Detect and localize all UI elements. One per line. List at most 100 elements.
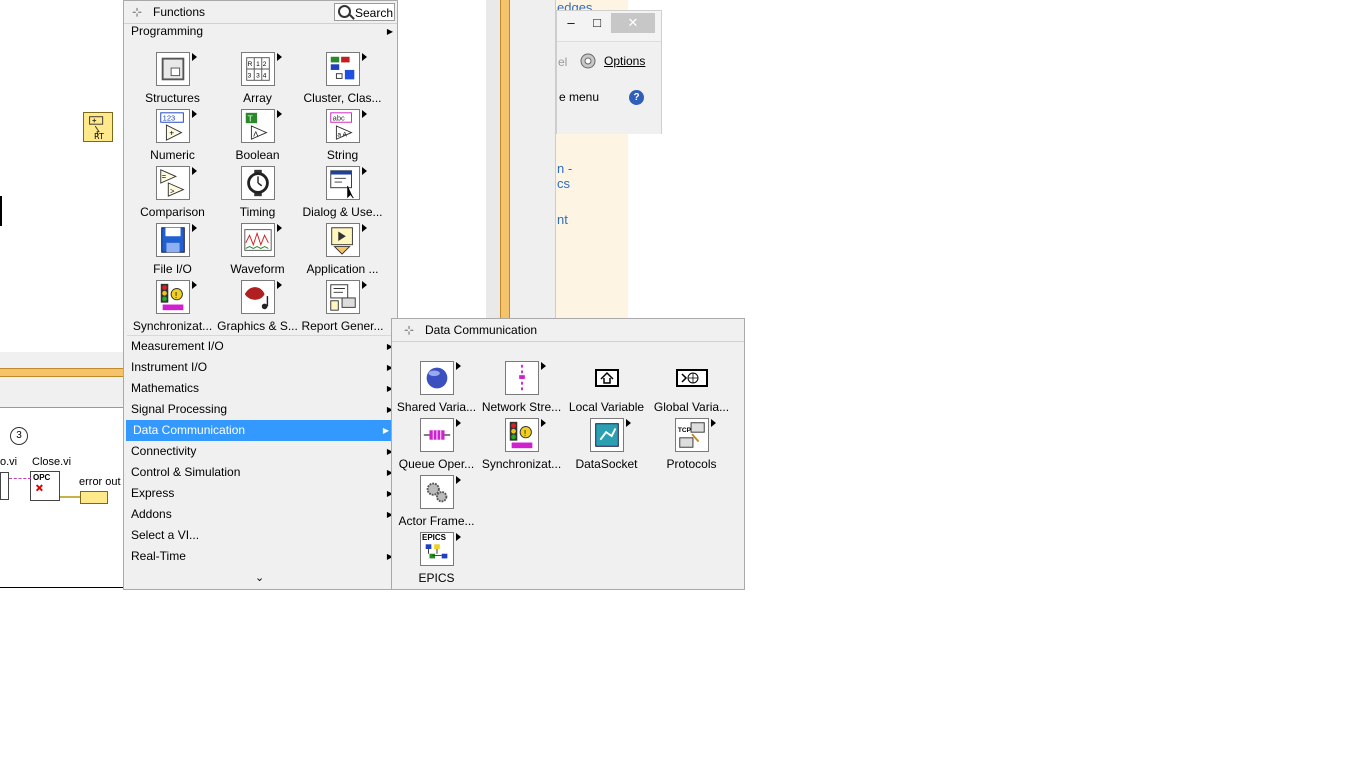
waveform-icon	[241, 223, 275, 257]
tile-label: Dialog & Use...	[302, 205, 383, 219]
help-icon[interactable]: ?	[629, 90, 644, 105]
category-programming[interactable]: Programming ▶	[124, 21, 397, 42]
svg-text:TCP: TCP	[678, 427, 692, 434]
category-data-communication[interactable]: Data Communication ▶	[126, 420, 393, 441]
tile-label: Structures	[145, 91, 200, 105]
panel-stripe	[500, 0, 510, 320]
help-link[interactable]: n -	[557, 161, 572, 176]
category-label: Connectivity	[131, 444, 197, 458]
tile-label: Array	[243, 91, 272, 105]
more-chevron-icon[interactable]: ⌄	[255, 571, 264, 584]
category-addons[interactable]: Addons ▶	[124, 504, 397, 525]
tile-string[interactable]: abc a A String	[300, 106, 385, 163]
tile-label: Application ...	[306, 262, 379, 276]
category-control-simulation[interactable]: Control & Simulation ▶	[124, 462, 397, 483]
error-wire	[60, 496, 81, 498]
tile-synchronization-dc[interactable]: ! Synchronizat...	[479, 415, 564, 472]
tile-label: Shared Varia...	[396, 400, 477, 414]
report-generation-icon	[326, 280, 360, 314]
tile-comparison[interactable]: = > Comparison	[130, 163, 215, 220]
frame-divider	[0, 407, 125, 408]
category-label: Express	[131, 486, 175, 500]
category-instrument-io[interactable]: Instrument I/O ▶	[124, 357, 397, 378]
tile-boolean[interactable]: TΛ Boolean	[215, 106, 300, 163]
synchronization-icon: !	[505, 418, 539, 452]
tile-protocols[interactable]: TCP Protocols	[649, 415, 734, 472]
frame-number[interactable]: 3	[10, 427, 28, 445]
tile-actor-framework[interactable]: Actor Frame...	[394, 472, 479, 529]
options-button[interactable]: Options	[604, 54, 645, 68]
category-label: Instrument I/O	[131, 360, 208, 374]
frame-bottom-border	[0, 587, 125, 588]
tile-datasocket[interactable]: DataSocket	[564, 415, 649, 472]
tile-timing[interactable]: Timing	[215, 163, 300, 220]
category-mathematics[interactable]: Mathematics ▶	[124, 378, 397, 399]
opc-read-block[interactable]	[0, 472, 9, 500]
svg-text:T: T	[248, 113, 253, 123]
category-connectivity[interactable]: Connectivity ▶	[124, 441, 397, 462]
submenu-arrow-icon: ▶	[382, 426, 389, 435]
rt-node[interactable]: RT	[83, 112, 113, 142]
tile-queue-operations[interactable]: Queue Oper...	[394, 415, 479, 472]
vi-label: Close.vi	[32, 456, 72, 468]
opc-close-block[interactable]: OPC	[30, 471, 60, 501]
category-measurement-io[interactable]: Measurement I/O ▶	[124, 336, 397, 357]
tile-shared-variable[interactable]: Shared Varia...	[394, 358, 479, 415]
category-signal-processing[interactable]: Signal Processing ▶	[124, 399, 397, 420]
error-out-indicator[interactable]	[80, 491, 108, 504]
category-select-a-vi[interactable]: Select a VI...	[124, 525, 397, 546]
tile-application[interactable]: Application ...	[300, 220, 385, 277]
help-popup-window: – □ ✕ el Options e menu ?	[556, 10, 662, 134]
tile-label: String	[326, 148, 359, 162]
tile-waveform[interactable]: Waveform	[215, 220, 300, 277]
category-label: Data Communication	[133, 423, 246, 437]
tile-epics[interactable]: EPICS EPICS	[394, 529, 479, 586]
search-label: Search	[355, 6, 394, 20]
tile-report-generation[interactable]: Report Gener...	[300, 277, 385, 334]
datasocket-icon	[590, 418, 624, 452]
tile-array[interactable]: R12334 Array	[215, 49, 300, 106]
tile-dialog[interactable]: Dialog & Use...	[300, 163, 385, 220]
help-link[interactable]: nt	[557, 212, 568, 227]
maximize-button[interactable]: □	[585, 13, 609, 33]
category-label: Real-Time	[131, 549, 186, 563]
tile-label: EPICS	[418, 571, 455, 585]
help-link[interactable]: cs	[557, 176, 570, 191]
dialog-icon	[326, 166, 360, 200]
numeric-icon: 123 +	[156, 109, 190, 143]
tile-synchronization[interactable]: ! Synchronizat...	[130, 277, 215, 334]
tile-file-io[interactable]: File I/O	[130, 220, 215, 277]
minimize-button[interactable]: –	[559, 13, 583, 33]
tile-global-variable[interactable]: Global Varia...	[649, 358, 734, 415]
tile-numeric[interactable]: 123 + Numeric	[130, 106, 215, 163]
queue-operations-icon	[420, 418, 454, 452]
category-express[interactable]: Express ▶	[124, 483, 397, 504]
actor-framework-icon	[420, 475, 454, 509]
tile-structures[interactable]: Structures	[130, 49, 215, 106]
tile-local-variable[interactable]: Local Variable	[564, 358, 649, 415]
tile-network-streams[interactable]: Network Stre...	[479, 358, 564, 415]
tile-label: Queue Oper...	[398, 457, 475, 471]
category-real-time[interactable]: Real-Time ▶	[124, 546, 397, 567]
tile-label: Timing	[239, 205, 276, 219]
close-button[interactable]: ✕	[611, 13, 655, 33]
tile-label: Synchronizat...	[132, 319, 213, 333]
pin-icon[interactable]: ⊹	[404, 323, 414, 337]
data-communication-title-bar[interactable]: ⊹ Data Communication	[392, 319, 744, 342]
network-streams-icon	[505, 361, 539, 395]
tile-label: Report Gener...	[301, 319, 384, 333]
panel-border	[486, 0, 500, 320]
tile-graphics-sound[interactable]: Graphics & S...	[215, 277, 300, 334]
svg-text:Λ: Λ	[253, 129, 258, 138]
block-diagram-canvas[interactable]: RT 3 o.vi Close.vi OPC error out	[0, 0, 125, 588]
search-button[interactable]: Search	[334, 3, 395, 21]
tile-cluster[interactable]: Cluster, Clas...	[300, 49, 385, 106]
tile-label: Numeric	[150, 148, 195, 162]
tile-label: Global Varia...	[653, 400, 730, 414]
sequence-frame-band	[0, 352, 125, 408]
category-label: Addons	[131, 507, 172, 521]
tile-label: Comparison	[140, 205, 205, 219]
pin-icon[interactable]: ⊹	[132, 5, 142, 19]
tile-label: Cluster, Clas...	[303, 91, 382, 105]
svg-text:1: 1	[256, 61, 260, 68]
